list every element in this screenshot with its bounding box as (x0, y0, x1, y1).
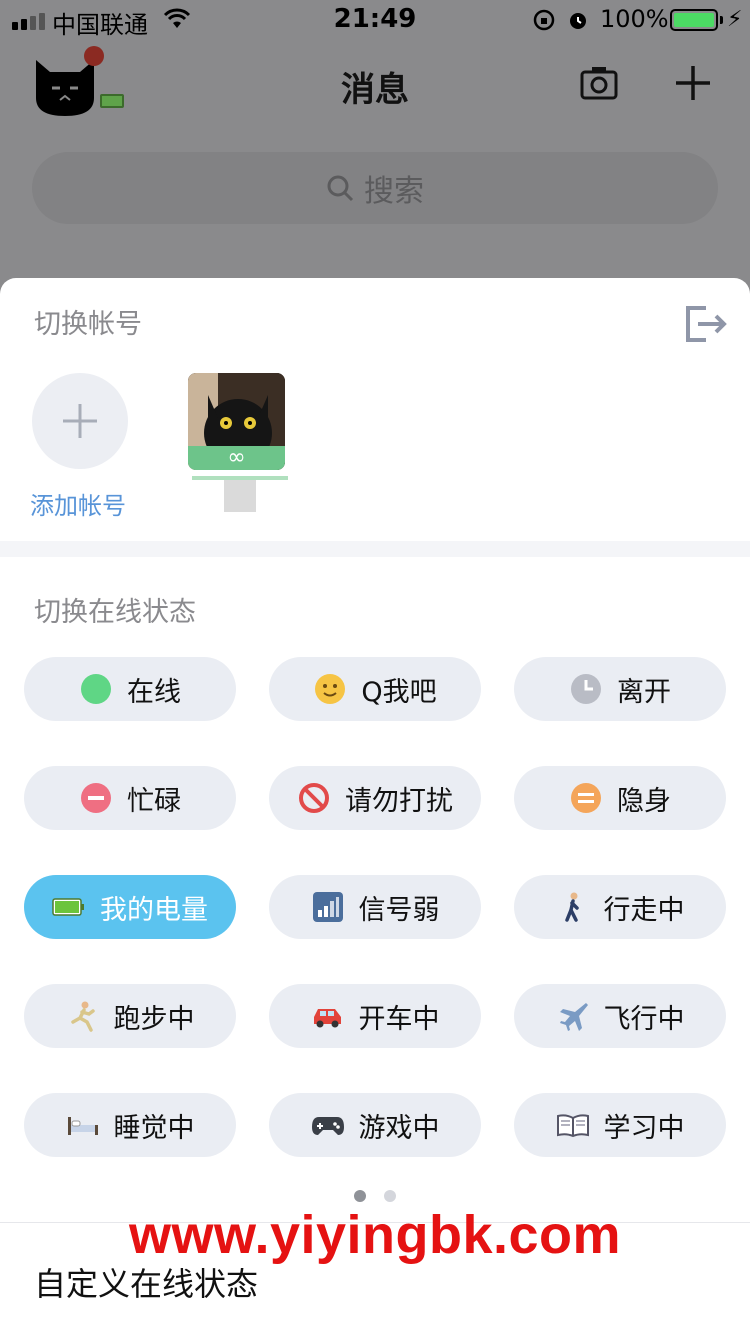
plus-icon (63, 404, 97, 438)
green-circle-icon (79, 672, 113, 706)
search-placeholder: 搜索 (364, 174, 424, 209)
battery-icon (670, 9, 718, 31)
gamepad-icon (311, 1108, 345, 1142)
status-running[interactable]: 跑步中 (24, 984, 236, 1048)
running-icon (66, 999, 100, 1033)
car-icon (311, 999, 345, 1033)
account-name-placeholder (224, 480, 256, 512)
no-entry-icon (297, 781, 331, 815)
bed-icon (66, 1108, 100, 1142)
account-avatar[interactable]: ∞ (188, 373, 285, 470)
add-account-label[interactable]: 添加帐号 (30, 486, 126, 521)
status-online[interactable]: 在线 (24, 657, 236, 721)
page-dot (384, 1190, 396, 1202)
account-badge: ∞ (188, 446, 285, 470)
background-screen: 中国联通 21:49 100% ⚡ 消息 搜索 (0, 0, 750, 290)
minus-circle-icon (79, 781, 113, 815)
page-dot-active (354, 1190, 366, 1202)
book-icon (556, 1108, 590, 1142)
walking-icon (556, 890, 590, 924)
search-input[interactable]: 搜索 (32, 152, 718, 224)
status-gaming[interactable]: 游戏中 (269, 1093, 481, 1157)
clock-icon (569, 672, 603, 706)
status-invisible[interactable]: 隐身 (514, 766, 726, 830)
charging-bolt-icon: ⚡ (727, 7, 743, 32)
status-my-battery[interactable]: 我的电量 (24, 875, 236, 939)
page-title: 消息 (341, 70, 409, 110)
alarm-icon (570, 13, 586, 29)
battery-icon (52, 890, 86, 924)
battery-percent: 100% (600, 5, 669, 33)
equals-circle-icon (569, 781, 603, 815)
status-driving[interactable]: 开车中 (269, 984, 481, 1048)
logout-icon[interactable] (684, 304, 728, 344)
status-sleeping[interactable]: 睡觉中 (24, 1093, 236, 1157)
section-divider (0, 541, 750, 557)
plus-icon[interactable] (674, 64, 712, 102)
search-icon (327, 175, 354, 202)
page-indicator (0, 1190, 750, 1202)
status-away[interactable]: 离开 (514, 657, 726, 721)
add-account-button[interactable] (32, 373, 128, 469)
status-studying[interactable]: 学习中 (514, 1093, 726, 1157)
account-status-sheet: 切换帐号 添加帐号 ∞ 切换在线状态 在线 Q我吧 离开 忙碌 请勿打扰 隐身 … (0, 278, 750, 1334)
status-flying[interactable]: 飞行中 (514, 984, 726, 1048)
airplane-icon (556, 999, 590, 1033)
status-do-not-disturb[interactable]: 请勿打扰 (269, 766, 481, 830)
switch-account-title: 切换帐号 (34, 309, 142, 340)
status-walking[interactable]: 行走中 (514, 875, 726, 939)
signal-bars-icon (311, 890, 345, 924)
status-weak-signal[interactable]: 信号弱 (269, 875, 481, 939)
smile-face-icon (313, 672, 347, 706)
watermark-text: www.yiyingbk.com (128, 1205, 622, 1265)
status-busy[interactable]: 忙碌 (24, 766, 236, 830)
status-q-me[interactable]: Q我吧 (269, 657, 481, 721)
switch-status-title: 切换在线状态 (34, 597, 196, 628)
orientation-lock-icon (533, 9, 555, 31)
camera-icon[interactable] (580, 64, 618, 100)
status-bar: 中国联通 21:49 100% ⚡ (0, 0, 750, 40)
